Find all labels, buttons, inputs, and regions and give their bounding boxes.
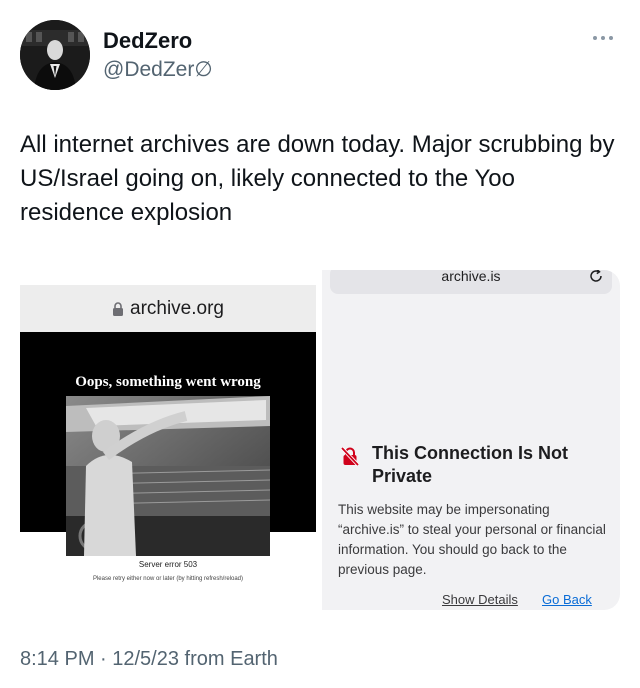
reload-icon — [588, 270, 604, 284]
address-url: archive.is — [441, 270, 501, 284]
error-photo — [66, 396, 271, 556]
error-heading: Oops, something went wrong — [75, 374, 261, 390]
go-back-link: Go Back — [542, 592, 592, 607]
avatar[interactable] — [20, 20, 90, 90]
more-horizontal-icon — [593, 36, 597, 40]
retry-text: Please retry either now or later (by hit… — [92, 576, 244, 582]
tweet-text: All internet archives are down today. Ma… — [20, 131, 615, 226]
more-options-button[interactable] — [588, 30, 618, 46]
archive-is-screenshot: archive.is This Connection Is Not Privat… — [322, 270, 620, 610]
warning-body: This website may be impersonating “archi… — [338, 502, 606, 577]
panel-divider — [316, 270, 320, 610]
timestamp[interactable]: 8:14 PM · 12/5/23 from Earth — [20, 648, 278, 671]
archive-org-screenshot: archive.org Oops, something went wrong S… — [20, 270, 316, 610]
lock-icon — [112, 302, 124, 316]
address-bar: archive.is — [330, 270, 612, 294]
broken-lock-warning-icon — [340, 446, 360, 467]
handle[interactable]: @DedZer∅ — [103, 57, 213, 82]
show-details-link: Show Details — [442, 592, 518, 607]
server-error-text: Server error 503 — [138, 560, 198, 569]
display-name[interactable]: DedZero — [103, 28, 192, 54]
tweet-media[interactable]: archive.org Oops, something went wrong S… — [20, 270, 620, 610]
warning-title: This Connection Is Not Private — [372, 443, 568, 486]
address-bar: archive.org — [20, 285, 316, 333]
address-url: archive.org — [130, 298, 224, 319]
